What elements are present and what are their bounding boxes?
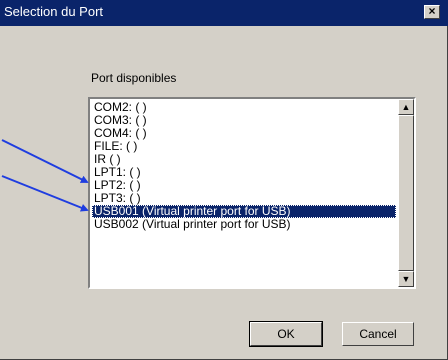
- window-title: Selection du Port: [4, 4, 104, 19]
- ok-button[interactable]: OK: [249, 321, 323, 347]
- cancel-button[interactable]: Cancel: [342, 322, 414, 346]
- scroll-up-button[interactable]: ▲: [398, 99, 414, 115]
- close-button[interactable]: ×: [424, 5, 440, 19]
- vertical-scrollbar[interactable]: ▲ ▼: [398, 99, 414, 287]
- scroll-down-icon: ▼: [401, 274, 411, 284]
- list-item-file[interactable]: FILE: ( ): [92, 140, 396, 153]
- scroll-up-icon: ▲: [401, 102, 411, 112]
- list-item-com4[interactable]: COM4: ( ): [92, 127, 396, 140]
- scroll-down-button[interactable]: ▼: [398, 271, 414, 287]
- title-bar[interactable]: Selection du Port ×: [0, 0, 448, 26]
- port-selection-dialog: Selection du Port × Port disponibles COM…: [0, 0, 448, 360]
- scroll-thumb[interactable]: [398, 115, 414, 271]
- close-icon: ×: [428, 4, 436, 18]
- port-listbox[interactable]: COM2: ( ) COM3: ( ) COM4: ( ) FILE: ( ) …: [88, 97, 416, 289]
- port-list-label: Port disponibles: [91, 71, 177, 85]
- list-item-usb002[interactable]: USB002 (Virtual printer port for USB): [92, 218, 396, 231]
